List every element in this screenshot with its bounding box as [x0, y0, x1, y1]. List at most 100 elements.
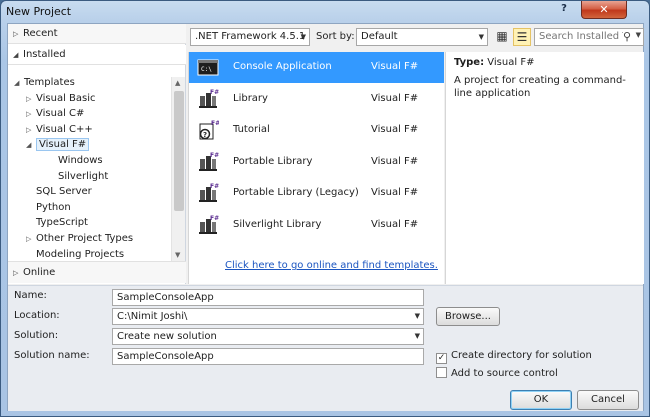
template-row[interactable]: F# Portable Library (Legacy) Visual F#: [189, 178, 444, 209]
close-button[interactable]: ✕: [581, 1, 627, 19]
search-icon[interactable]: ⚲: [623, 30, 631, 43]
tree-item[interactable]: Python: [26, 200, 71, 215]
template-name: Portable Library: [233, 155, 313, 167]
solution-dropdown[interactable]: Create new solution ▼: [112, 328, 424, 345]
scroll-thumb[interactable]: [174, 91, 184, 211]
help-button[interactable]: ?: [549, 1, 579, 18]
scroll-down-icon[interactable]: ▼: [175, 251, 180, 259]
library-icon: F#: [197, 88, 219, 110]
expand-arrow-icon[interactable]: ▷: [13, 24, 18, 44]
sort-value: Default: [361, 31, 398, 42]
expand-arrow-icon[interactable]: ▷: [26, 232, 36, 247]
template-category-panel: ▷ Recent ◢ Installed ◢ Templates ▷ Visual B…: [8, 24, 186, 284]
framework-dropdown[interactable]: .NET Framework 4.5.1 ▼: [190, 28, 310, 46]
tree-item[interactable]: Silverlight: [48, 169, 108, 184]
online-section[interactable]: ▷ Online: [8, 261, 186, 283]
tree-item[interactable]: Windows: [48, 153, 103, 168]
template-list: C:\ Console Application Visual F# F# Library…: [188, 52, 444, 284]
online-templates-link[interactable]: Click here to go online and find templat…: [225, 260, 438, 271]
ok-button[interactable]: OK: [510, 390, 572, 410]
collapse-arrow-icon[interactable]: ◢: [26, 138, 36, 153]
template-name: Tutorial: [233, 124, 270, 135]
chevron-down-icon: ▼: [414, 312, 420, 320]
tree-item[interactable]: TypeScript: [26, 215, 88, 230]
installed-section[interactable]: ◢ Installed: [8, 45, 186, 65]
tree-item-label: SQL Server: [36, 186, 92, 198]
svg-text:F#: F#: [210, 152, 219, 159]
cancel-button[interactable]: Cancel: [577, 390, 639, 410]
tree-item-label: Visual Basic: [36, 92, 96, 104]
tree-item[interactable]: ▷ Visual C#: [26, 106, 84, 121]
online-label: Online: [23, 267, 56, 278]
recent-label: Recent: [23, 28, 58, 39]
scroll-up-icon[interactable]: ▲: [175, 79, 180, 87]
tree-item-label: Silverlight: [58, 170, 109, 182]
source-control-option[interactable]: Add to source control: [436, 367, 558, 379]
search-input[interactable]: [539, 31, 623, 42]
expand-arrow-icon[interactable]: ▷: [26, 107, 36, 122]
source-control-checkbox[interactable]: [436, 367, 447, 378]
template-language: Visual F#: [371, 92, 419, 104]
template-row[interactable]: ? F# Tutorial Visual F#: [189, 115, 444, 146]
tree-item-label: Modeling Projects: [36, 248, 125, 260]
small-icons-view-button[interactable]: ▦: [493, 28, 511, 46]
template-name: Portable Library (Legacy): [233, 187, 359, 198]
search-box[interactable]: ⚲ ▼: [534, 28, 644, 46]
template-row[interactable]: F# Portable Library Visual F#: [189, 147, 444, 178]
expand-arrow-icon[interactable]: ▷: [26, 92, 36, 107]
location-value: C:\Nimit Joshi\: [117, 311, 188, 322]
type-row: Type: Visual F#: [454, 57, 636, 68]
template-language: Visual F#: [371, 218, 419, 230]
browse-button[interactable]: Browse...: [436, 307, 500, 326]
location-combo[interactable]: C:\Nimit Joshi\ ▼: [112, 308, 424, 325]
collapse-arrow-icon[interactable]: ◢: [13, 45, 18, 65]
chevron-down-icon[interactable]: ▼: [636, 31, 641, 39]
tree-item[interactable]: ▷ Other Project Types: [26, 231, 133, 246]
tree-item-label: Visual C++: [36, 123, 93, 135]
create-directory-checkbox[interactable]: ✓: [436, 353, 447, 364]
name-label: Name:: [14, 290, 47, 301]
window-title: New Project: [6, 5, 72, 18]
svg-text:?: ?: [203, 131, 207, 139]
expand-arrow-icon[interactable]: ▷: [26, 123, 36, 138]
location-label: Location:: [14, 310, 60, 321]
tree-item[interactable]: ▷ Visual C++: [26, 122, 93, 137]
type-label: Type:: [454, 57, 485, 68]
svg-text:F#: F#: [210, 215, 219, 222]
framework-value: .NET Framework 4.5.1: [195, 31, 306, 42]
title-bar[interactable]: New Project ? ✕: [1, 1, 649, 23]
template-language: Visual F#: [371, 187, 419, 198]
name-input[interactable]: SampleConsoleApp: [112, 289, 424, 306]
svg-text:F#: F#: [211, 120, 219, 127]
sort-by-dropdown[interactable]: Default ▼: [356, 28, 488, 46]
template-row[interactable]: F# Library Visual F#: [189, 84, 444, 115]
tree-item-label: Other Project Types: [36, 233, 134, 244]
svg-text:F#: F#: [210, 89, 219, 96]
template-description-panel: Type: Visual F# A project for creating a…: [445, 52, 644, 284]
tree-item-label: Templates: [24, 77, 75, 88]
template-row[interactable]: F# Silverlight Library Visual F#: [189, 210, 444, 241]
tree-item[interactable]: Modeling Projects: [26, 247, 124, 262]
new-project-window: New Project ? ✕ ▷ Recent ◢ Installed ◢ Te…: [0, 0, 650, 417]
recent-section[interactable]: ▷ Recent: [8, 24, 186, 44]
collapse-arrow-icon[interactable]: ◢: [14, 76, 24, 91]
tree-item[interactable]: SQL Server: [26, 184, 92, 199]
portable-library-legacy-icon: F#: [197, 182, 219, 204]
tree-item-label: Visual F#: [36, 138, 90, 152]
list-view-button[interactable]: ☰: [513, 28, 531, 46]
tutorial-icon: ? F#: [197, 119, 220, 141]
template-row[interactable]: C:\ Console Application Visual F#: [189, 52, 444, 83]
solution-name-input[interactable]: SampleConsoleApp: [112, 348, 424, 365]
tree-item[interactable]: ◢ Templates: [14, 75, 75, 90]
expand-arrow-icon[interactable]: ▷: [13, 262, 18, 284]
template-name: Library: [233, 92, 268, 104]
chevron-down-icon: ▼: [300, 33, 306, 41]
tree-item[interactable]: ◢ Visual F#: [26, 137, 90, 153]
tree-item-label: Python: [36, 201, 71, 213]
silverlight-library-icon: F#: [197, 214, 219, 236]
tree-scrollbar[interactable]: ▲ ▼: [171, 77, 185, 261]
tree-item[interactable]: ▷ Visual Basic: [26, 91, 96, 106]
create-directory-label: Create directory for solution: [451, 350, 592, 361]
create-directory-option[interactable]: ✓ Create directory for solution: [436, 350, 592, 364]
template-language: Visual F#: [371, 155, 419, 167]
